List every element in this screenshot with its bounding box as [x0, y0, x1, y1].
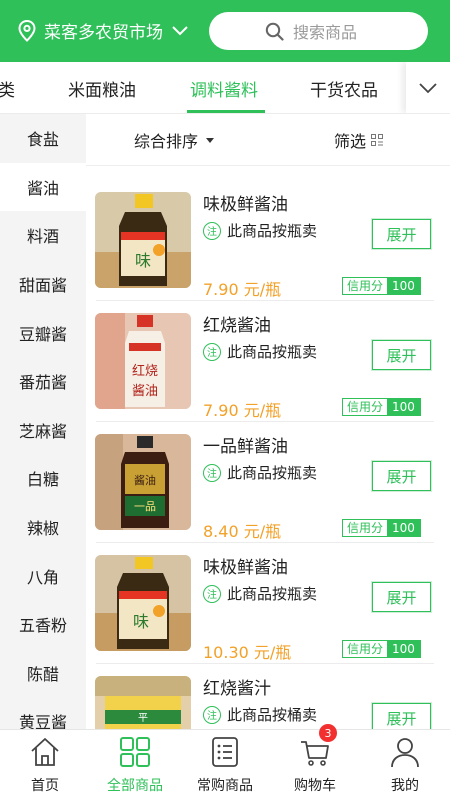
expand-button[interactable]: 展开 [372, 703, 431, 729]
sidebar-item-five-spice[interactable]: 五香粉 [0, 600, 86, 649]
category-tabs: 类 米面粮油 调料酱料 干货农品 [0, 62, 450, 114]
sidebar-item-ketchup[interactable]: 番茄酱 [0, 357, 86, 406]
product-note: 注 此商品按瓶卖 [203, 220, 317, 241]
product-note-text: 此商品按桶卖 [227, 706, 318, 724]
product-card[interactable]: 味 味极鲜酱油 注 此商品按瓶卖 展开 10.30 元/瓶 信用分 100 [86, 529, 450, 664]
person-icon [391, 738, 419, 768]
chevron-down-icon [419, 82, 437, 93]
product-name: 味极鲜酱油 [203, 558, 288, 578]
product-card[interactable]: 味 味极鲜酱油 注 此商品按瓶卖 展开 7.90 元/瓶 信用分 100 [86, 166, 450, 301]
sort-button[interactable]: 综合排序 [134, 128, 215, 152]
svg-text:味: 味 [133, 612, 149, 631]
location-pin-icon [18, 19, 36, 42]
expand-button[interactable]: 展开 [372, 340, 431, 370]
product-image-yipinxian: 一品 酱油 [95, 434, 191, 530]
sort-label: 综合排序 [134, 132, 199, 151]
tab-seasoning-sauce[interactable]: 调料酱料 [190, 76, 258, 101]
product-note: 注 此商品按瓶卖 [203, 462, 317, 483]
sort-filter-bar: 综合排序 筛选 [86, 114, 450, 166]
nav-label: 我的 [391, 778, 419, 794]
sidebar-item-sesame-paste[interactable]: 芝麻酱 [0, 406, 86, 455]
svg-text:一品: 一品 [134, 500, 156, 513]
svg-text:味: 味 [135, 251, 151, 270]
search-icon [265, 22, 284, 41]
active-tab-underline [187, 110, 265, 113]
sidebar-item-sugar[interactable]: 白糖 [0, 454, 86, 503]
note-badge-icon: 注 [203, 342, 221, 361]
grid-icon [120, 737, 150, 767]
chevron-down-icon [172, 25, 188, 35]
product-name: 味极鲜酱油 [203, 195, 288, 215]
product-note-text: 此商品按瓶卖 [227, 343, 318, 361]
sidebar-item-salt[interactable]: 食盐 [0, 114, 86, 163]
expand-button[interactable]: 展开 [372, 219, 431, 249]
nav-frequent-products[interactable]: 常购商品 [180, 730, 270, 800]
sidebar-item-star-anise[interactable]: 八角 [0, 551, 86, 600]
product-image-soy-bottle-large: 味 [95, 555, 191, 651]
sidebar-item-sweet-bean-sauce[interactable]: 甜面酱 [0, 260, 86, 309]
product-name: 红烧酱油 [203, 316, 271, 336]
nav-label: 常购商品 [197, 778, 253, 794]
list-icon [212, 737, 238, 767]
sidebar-item-chili[interactable]: 辣椒 [0, 503, 86, 552]
svg-text:平: 平 [138, 713, 148, 724]
nav-profile[interactable]: 我的 [360, 730, 450, 800]
tab-partial[interactable]: 类 [0, 76, 15, 101]
product-note: 注 此商品按瓶卖 [203, 583, 317, 604]
filter-grid-icon [371, 134, 384, 146]
subcategory-sidebar: 食盐 酱油 料酒 甜面酱 豆瓣酱 番茄酱 芝麻酱 白糖 辣椒 八角 五香粉 陈醋… [0, 114, 86, 729]
location-label: 菜客多农贸市场 [44, 23, 163, 43]
home-icon [31, 738, 59, 766]
product-card[interactable]: 平 红烧酱汁 注 此商品按桶卖 展开 [86, 650, 450, 729]
search-placeholder: 搜索商品 [293, 23, 358, 42]
tab-rice-flour-oil[interactable]: 米面粮油 [68, 76, 136, 101]
tab-dried-goods[interactable]: 干货农品 [310, 76, 378, 101]
product-note: 注 此商品按桶卖 [203, 704, 317, 725]
svg-text:红烧: 红烧 [132, 363, 158, 379]
filter-button[interactable]: 筛选 [334, 128, 384, 152]
note-badge-icon: 注 [203, 705, 221, 724]
nav-all-products[interactable]: 全部商品 [90, 730, 180, 800]
location-selector[interactable]: 菜客多农贸市场 [18, 18, 189, 43]
product-note-text: 此商品按瓶卖 [227, 464, 318, 482]
nav-label: 首页 [31, 778, 59, 794]
filter-label: 筛选 [334, 132, 367, 151]
expand-button[interactable]: 展开 [372, 461, 431, 491]
expand-tabs-button[interactable] [406, 62, 450, 113]
product-list: 味 味极鲜酱油 注 此商品按瓶卖 展开 7.90 元/瓶 信用分 100 红烧 [86, 166, 450, 729]
product-image-braised-sauce: 平 [95, 676, 191, 729]
sidebar-item-vinegar[interactable]: 陈醋 [0, 649, 86, 698]
nav-home[interactable]: 首页 [0, 730, 90, 800]
svg-text:酱油: 酱油 [132, 384, 158, 399]
sidebar-item-soy-sauce[interactable]: 酱油 [0, 162, 86, 212]
note-badge-icon: 注 [203, 221, 221, 240]
sidebar-item-soybean-paste[interactable]: 黄豆酱 [0, 697, 86, 729]
nav-label: 购物车 [294, 778, 336, 794]
search-box[interactable]: 搜索商品 [209, 12, 428, 50]
product-name: 一品鲜酱油 [203, 437, 288, 457]
cart-count-badge: 3 [319, 724, 337, 742]
product-card[interactable]: 红烧 酱油 红烧酱油 注 此商品按瓶卖 展开 7.90 元/瓶 信用分 100 [86, 287, 450, 422]
nav-cart[interactable]: 3 购物车 [270, 724, 360, 800]
product-image-braised-soy: 红烧 酱油 [95, 313, 191, 409]
product-name: 红烧酱汁 [203, 679, 271, 699]
note-badge-icon: 注 [203, 584, 221, 603]
product-note-text: 此商品按瓶卖 [227, 222, 318, 240]
product-note: 注 此商品按瓶卖 [203, 341, 317, 362]
svg-text:酱油: 酱油 [134, 473, 156, 487]
caret-down-icon [206, 137, 215, 143]
note-badge-icon: 注 [203, 463, 221, 482]
sidebar-item-cooking-wine[interactable]: 料酒 [0, 211, 86, 260]
product-image-soy-bottle: 味 [95, 192, 191, 288]
product-card[interactable]: 一品 酱油 一品鲜酱油 注 此商品按瓶卖 展开 8.40 元/瓶 信用分 100 [86, 408, 450, 543]
bottom-navigation: 首页 全部商品 常购商品 3 购物车 我的 [0, 724, 450, 800]
product-note-text: 此商品按瓶卖 [227, 585, 318, 603]
sidebar-item-bean-paste[interactable]: 豆瓣酱 [0, 308, 86, 357]
nav-label: 全部商品 [107, 778, 163, 794]
top-header: 菜客多农贸市场 搜索商品 [0, 0, 450, 62]
expand-button[interactable]: 展开 [372, 582, 431, 612]
